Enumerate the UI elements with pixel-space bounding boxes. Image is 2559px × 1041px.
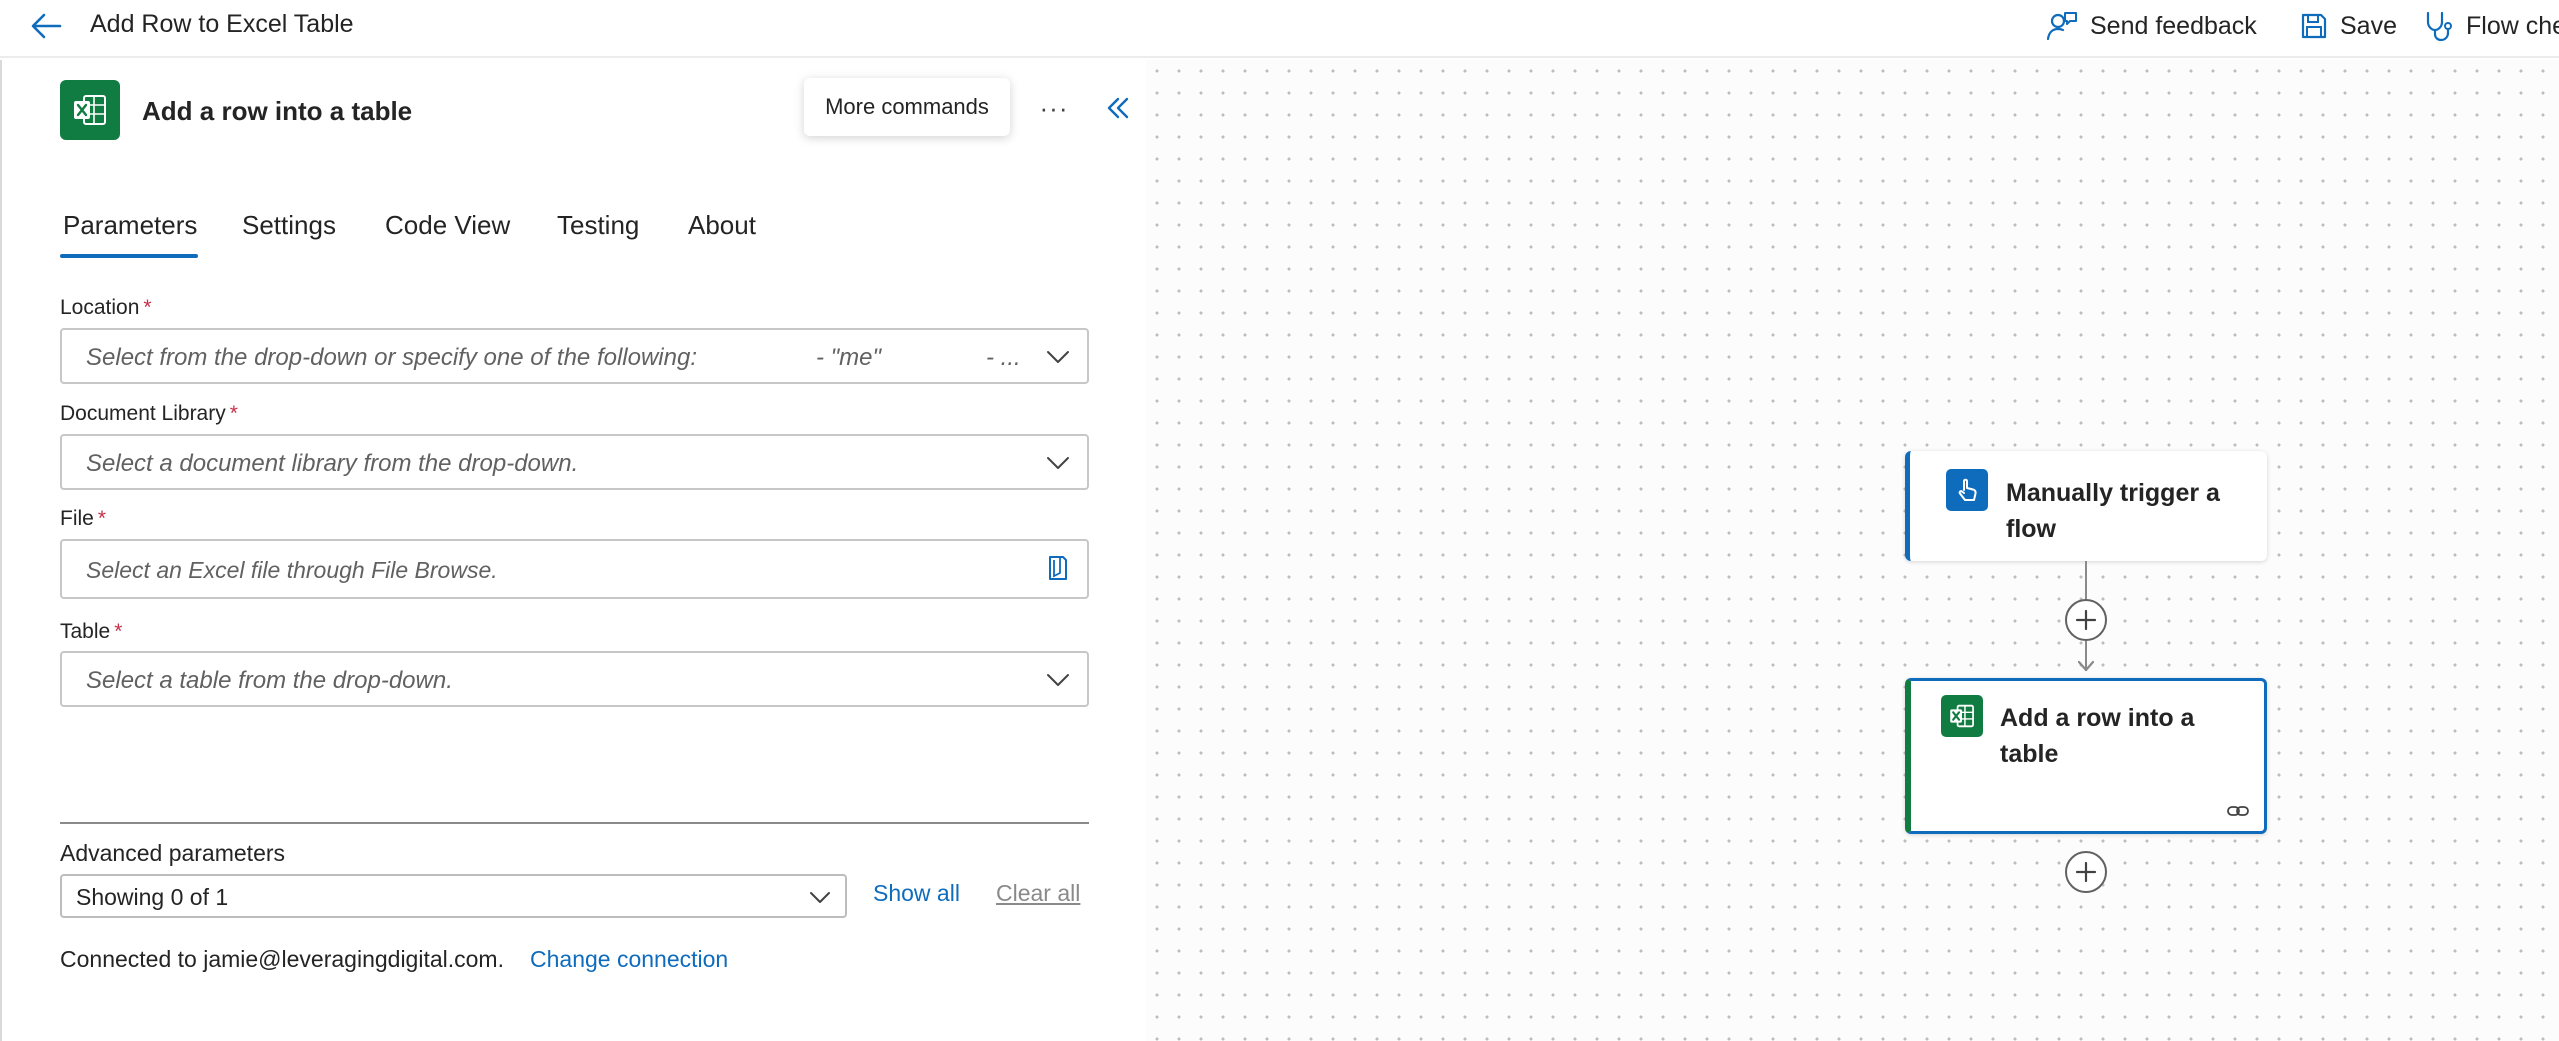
flow-checker-button[interactable]: Flow che — [2424, 6, 2559, 46]
ellipsis-icon: ··· — [1039, 92, 1069, 123]
advanced-parameters-value: Showing 0 of 1 — [76, 884, 229, 910]
folder-browse-icon — [1049, 556, 1067, 580]
trigger-node-card[interactable]: Manually trigger a flow — [1905, 451, 2267, 561]
section-divider — [60, 822, 1089, 824]
advanced-parameters-label: Advanced parameters — [60, 840, 286, 866]
location-label: Location * — [60, 296, 152, 319]
flow-checker-label: Flow che — [2466, 11, 2559, 40]
advanced-parameters-dropdown[interactable]: Showing 0 of 1 — [60, 874, 847, 918]
table-placeholder: Select a table from the drop-down. — [86, 667, 453, 694]
tab-about[interactable]: About — [688, 210, 756, 261]
required-marker: * — [97, 507, 107, 530]
file-browse-button[interactable] — [1043, 555, 1073, 581]
collapse-panel-button[interactable] — [1098, 86, 1138, 130]
excel-icon — [60, 80, 120, 140]
location-dropdown[interactable]: Select from the drop-down or specify one… — [60, 328, 1089, 384]
location-option-me: - "me" — [816, 344, 882, 371]
page-title: Add Row to Excel Table — [90, 10, 354, 38]
action-node-title: Add a row into a table — [2000, 704, 2195, 768]
active-tab-indicator — [60, 254, 198, 258]
excel-icon — [1941, 695, 1983, 737]
table-dropdown[interactable]: Select a table from the drop-down. — [60, 651, 1089, 707]
file-input[interactable]: Select an Excel file through File Browse… — [60, 539, 1089, 599]
arrow-left-icon — [31, 13, 62, 39]
required-marker: * — [229, 402, 238, 425]
chevron-down-icon — [1043, 450, 1073, 476]
back-button[interactable] — [26, 6, 66, 46]
link-icon — [2224, 801, 2252, 821]
connector-arrow-icon — [2077, 660, 2095, 672]
insert-step-button[interactable] — [2065, 599, 2107, 641]
touch-trigger-icon — [1946, 469, 1988, 511]
show-all-link[interactable]: Show all — [873, 880, 960, 907]
plus-icon — [2075, 861, 2097, 883]
table-label: Table * — [60, 620, 123, 643]
send-feedback-button[interactable]: Send feedback — [2046, 6, 2257, 46]
file-label: File * — [60, 507, 107, 530]
required-marker: * — [114, 620, 123, 643]
action-details-panel: Add a row into a table More commands ···… — [0, 60, 1146, 1041]
top-bar: Add Row to Excel Table Send feedback Sav… — [0, 0, 2559, 58]
more-commands-tooltip: More commands — [804, 78, 1010, 136]
chevron-down-icon — [1043, 667, 1073, 693]
change-connection-link[interactable]: Change connection — [530, 946, 728, 973]
feedback-person-icon — [2046, 12, 2077, 41]
tab-code-view[interactable]: Code View — [385, 210, 510, 261]
save-button[interactable]: Save — [2300, 6, 2397, 46]
action-node-card[interactable]: Add a row into a table — [1905, 678, 2267, 834]
clear-all-link[interactable]: Clear all — [996, 880, 1080, 907]
stethoscope-icon — [2426, 11, 2452, 42]
tab-settings[interactable]: Settings — [242, 210, 336, 261]
flow-canvas[interactable] — [1146, 60, 2559, 1041]
save-label: Save — [2340, 11, 2397, 40]
chevron-down-icon — [805, 884, 835, 910]
connector-line — [2085, 561, 2087, 603]
action-title: Add a row into a table — [142, 96, 413, 126]
required-marker: * — [143, 296, 152, 319]
trigger-node-title: Manually trigger a flow — [2006, 479, 2220, 543]
location-option-more: - ... — [986, 344, 1021, 371]
double-chevron-left-icon — [1107, 97, 1129, 119]
add-step-button[interactable] — [2065, 851, 2107, 893]
location-placeholder: Select from the drop-down or specify one… — [86, 344, 697, 371]
tab-testing[interactable]: Testing — [557, 210, 639, 261]
document-library-placeholder: Select a document library from the drop-… — [86, 450, 579, 477]
more-commands-button[interactable]: ··· — [1032, 88, 1076, 128]
connection-status: Connected to jamie@leveragingdigital.com… — [60, 946, 504, 972]
plus-icon — [2075, 609, 2097, 631]
file-placeholder: Select an Excel file through File Browse… — [86, 557, 498, 583]
chevron-down-icon — [1043, 344, 1073, 370]
document-library-label: Document Library * — [60, 402, 238, 425]
document-library-dropdown[interactable]: Select a document library from the drop-… — [60, 434, 1089, 490]
send-feedback-label: Send feedback — [2090, 11, 2257, 40]
save-icon — [2301, 13, 2327, 39]
